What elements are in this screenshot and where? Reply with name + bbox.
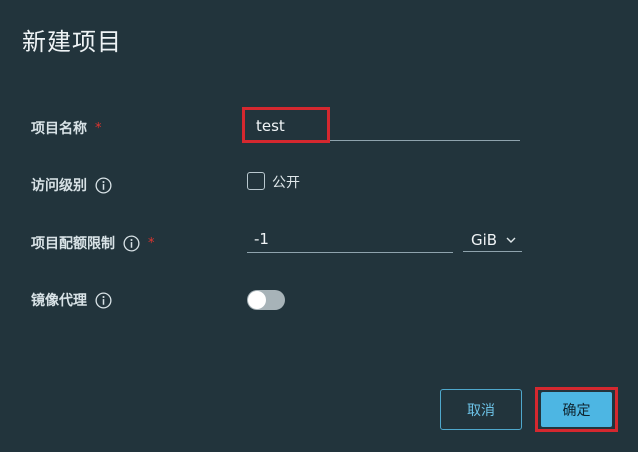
proxy-cache-label-text: 镜像代理 [31,293,87,309]
quota-unit-select[interactable]: GiB [463,229,522,252]
proxy-cache-label: 镜像代理 [31,290,112,310]
proxy-cache-toggle[interactable] [247,290,285,310]
quota-label: 项目配额限制 * [31,233,155,253]
project-name-label: 项目名称 * [31,118,102,138]
dialog-title: 新建项目 [22,28,122,56]
public-checkbox[interactable] [247,172,265,190]
toggle-knob [248,291,266,309]
cancel-button[interactable]: 取消 [440,389,522,430]
ok-button[interactable]: 确定 [541,392,612,427]
quota-label-text: 项目配额限制 [31,236,115,252]
project-name-label-text: 项目名称 [31,121,87,137]
new-project-dialog: 新建项目 项目名称 * test 访问级别 公开 项目配额限制 * -1 GiB [0,0,638,452]
project-name-highlight [242,107,330,143]
access-level-label: 访问级别 [31,175,112,195]
info-icon[interactable] [95,176,112,194]
info-icon[interactable] [95,291,112,309]
required-mark: * [148,235,155,251]
quota-unit-value: GiB [471,231,498,249]
info-icon[interactable] [123,234,140,252]
public-checkbox-label[interactable]: 公开 [272,172,300,192]
required-mark: * [95,120,102,136]
chevron-down-icon [506,237,516,243]
access-level-label-text: 访问级别 [31,178,87,194]
quota-input[interactable]: -1 [247,229,453,253]
